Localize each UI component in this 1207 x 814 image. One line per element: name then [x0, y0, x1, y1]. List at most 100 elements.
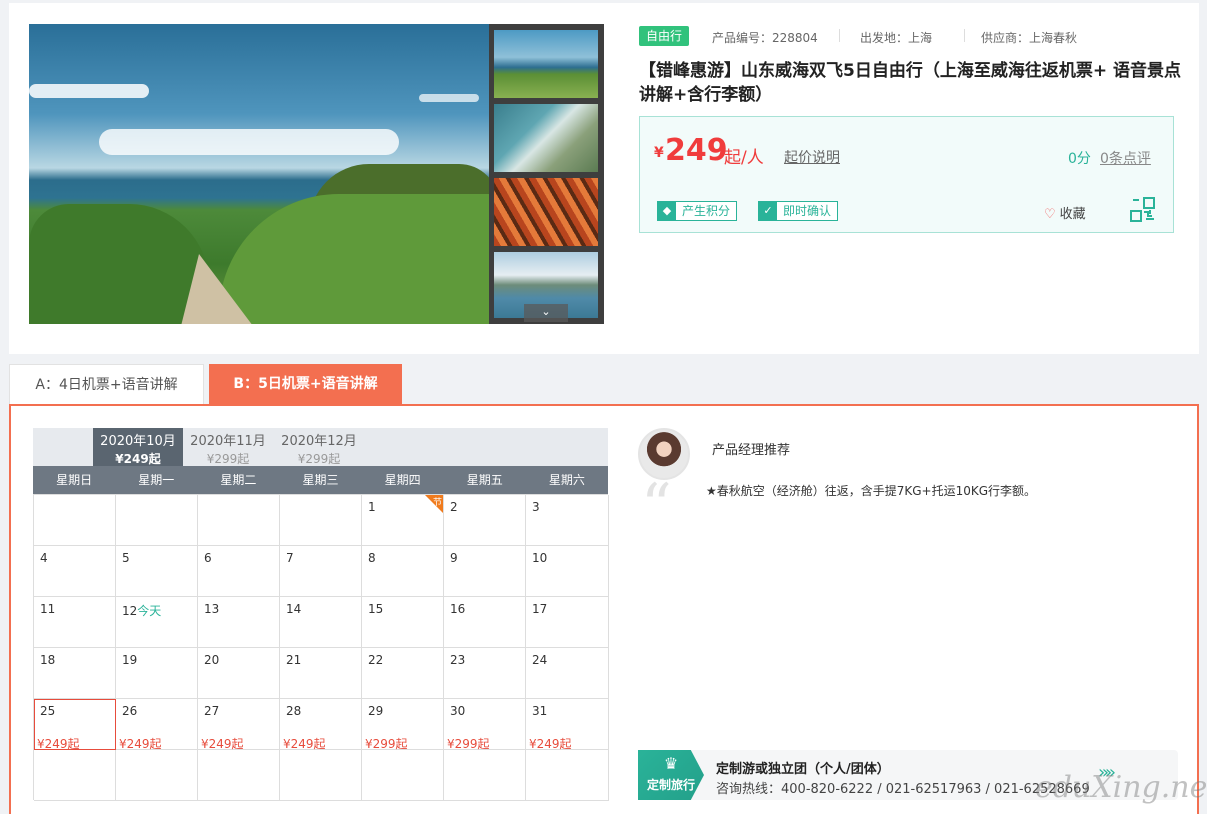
calendar-day: 17	[526, 597, 609, 648]
day-number: 31	[532, 704, 548, 718]
calendar-day[interactable]: 25 ¥249起	[34, 699, 116, 751]
day-number: 24	[532, 653, 548, 667]
custom-tour-title: 定制游或独立团（个人/团体）	[716, 762, 890, 777]
calendar-day: 1节	[362, 495, 444, 546]
crown-icon: ♛	[663, 754, 679, 773]
calendar-day: 24	[526, 648, 609, 699]
day-number: 23	[450, 653, 466, 667]
day-number: 25	[40, 704, 56, 718]
calendar-day	[526, 750, 609, 801]
calendar-day: 11	[34, 597, 116, 648]
calendar-day: 14	[280, 597, 362, 648]
calendar-day	[34, 750, 116, 801]
supplier: 供应商：上海春秋	[981, 31, 1078, 45]
calendar-day: 8	[362, 546, 444, 597]
thumbnail[interactable]	[494, 30, 598, 98]
quote-icon: “	[641, 471, 672, 541]
calendar-day: 18	[34, 648, 116, 699]
score: 0分	[1068, 151, 1091, 167]
calendar-day: 19	[116, 648, 198, 699]
product-title: 【错峰惠游】山东威海双飞5日自由行（上海至威海往返机票+ 语音景点讲解+含行李额…	[639, 61, 1181, 105]
product-header: ⌄ 自由行 产品编号：228804 出发地：上海 供应商：上海春秋 【错峰惠游】…	[9, 3, 1199, 354]
chevron-down-icon[interactable]: ⌄	[524, 304, 568, 322]
day-number: 16	[450, 602, 466, 616]
thumbnail-strip: ⌄	[489, 24, 604, 324]
diamond-icon: ◆	[658, 202, 676, 220]
weekday: 星期日	[56, 473, 93, 487]
day-number: 13	[204, 602, 220, 616]
day-number: 9	[450, 551, 458, 565]
calendar-grid: 1 节 2 3 4 5 6 7 8 9 10 11 12今天 13 14 15 16 17 18 19 20 21 22 23…	[33, 494, 609, 801]
tab-package-a[interactable]: A：4日机票+语音讲解	[9, 364, 204, 404]
weekday: 星期一	[138, 473, 175, 487]
day-number: 6	[204, 551, 212, 565]
calendar-day: 6	[198, 546, 280, 597]
qrcode-icon[interactable]	[1130, 197, 1156, 223]
month-tab[interactable]: 2020年10月 ¥249起	[93, 428, 183, 466]
calendar-day	[116, 750, 198, 801]
day-number: 20	[204, 653, 220, 667]
calendar-day: 15	[362, 597, 444, 648]
departure: 出发地：上海	[860, 31, 933, 45]
manager-recommendation: ★春秋航空（经济舱）往返，含手提7KG+托运10KG行李额。	[706, 484, 1037, 498]
calendar-day[interactable]: 30 ¥299起	[444, 699, 526, 751]
day-number: 28	[286, 704, 302, 718]
day-number: 4	[40, 551, 48, 565]
points-badge: ◆ 产生积分	[657, 201, 738, 221]
calendar-day	[34, 495, 116, 546]
calendar-day: 21	[280, 648, 362, 699]
day-number: 15	[368, 602, 384, 616]
day-number: 12今天	[122, 602, 161, 619]
day-number: 26	[122, 704, 138, 718]
thumbnail[interactable]	[494, 178, 598, 246]
price-currency: ¥	[654, 145, 664, 161]
watermark: eduXing.net	[1035, 770, 1207, 805]
weekday: 星期五	[466, 473, 503, 487]
calendar-day: 9	[444, 546, 526, 597]
product-code: 产品编号：228804	[712, 31, 818, 45]
month-tab[interactable]: 2020年11月 ¥299起	[183, 428, 273, 466]
day-number: 8	[368, 551, 376, 565]
heart-icon: ♡	[1044, 207, 1056, 222]
calendar-day	[280, 750, 362, 801]
calendar-day: 10	[526, 546, 609, 597]
calendar-day: 5	[116, 546, 198, 597]
weekday: 星期六	[548, 473, 585, 487]
weekday: 星期四	[384, 473, 421, 487]
tab-package-b[interactable]: B：5日机票+语音讲解	[209, 364, 402, 404]
calendar-day	[280, 495, 362, 546]
calendar-day[interactable]: 29 ¥299起	[362, 699, 444, 751]
month-tab[interactable]: 2020年12月 ¥299起	[274, 428, 364, 466]
day-number: 19	[122, 653, 138, 667]
calendar-day: 7	[280, 546, 362, 597]
package-content: 2020年10月 ¥249起 2020年11月 ¥299起 2020年12月 ¥…	[9, 404, 1199, 814]
day-number: 14	[286, 602, 302, 616]
price-note-link[interactable]: 起价说明	[784, 147, 840, 167]
calendar-day: 12今天	[116, 597, 198, 648]
day-number: 1	[368, 500, 376, 514]
calendar-day[interactable]: 27 ¥249起	[198, 699, 280, 751]
day-number: 18	[40, 653, 56, 667]
reviews-link[interactable]: 0条点评	[1100, 148, 1151, 168]
day-number: 11	[40, 602, 56, 616]
day-number-text: 12	[122, 604, 138, 618]
calendar-day: 2	[444, 495, 526, 546]
day-number: 2	[450, 500, 458, 514]
favorite-button[interactable]: ♡ 收藏	[1044, 203, 1086, 222]
thumbnail[interactable]	[494, 104, 598, 172]
calendar-day	[198, 495, 280, 546]
weekday-header: 星期日 星期一 星期二 星期三 星期四 星期五 星期六	[33, 466, 608, 494]
calendar-day: 3	[526, 495, 609, 546]
calendar-day[interactable]: 31 ¥249起	[526, 699, 609, 751]
day-number: 10	[532, 551, 548, 565]
weekday: 星期二	[220, 473, 257, 487]
custom-tour-phone: 咨询热线：400-820-6222 / 021-62517963 / 021-6…	[716, 782, 1090, 797]
calendar-day[interactable]: 26 ¥249起	[116, 699, 198, 751]
main-photo[interactable]	[29, 24, 489, 324]
holiday-mark: 节	[432, 498, 442, 508]
day-number: 22	[368, 653, 384, 667]
day-number: 17	[532, 602, 548, 616]
calendar-day[interactable]: 28 ¥249起	[280, 699, 362, 751]
today-label: 今天	[137, 604, 162, 618]
calendar-day: 13	[198, 597, 280, 648]
